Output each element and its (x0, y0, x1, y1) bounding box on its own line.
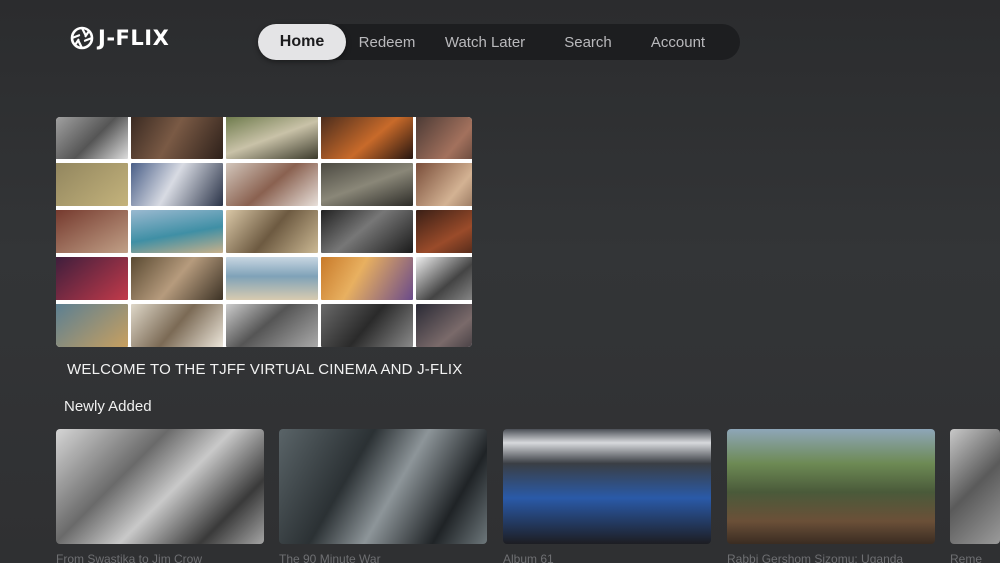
nav-item-home[interactable]: Home (258, 24, 346, 60)
top-nav: Home Redeem Watch Later Search Account (258, 24, 740, 60)
hero-banner[interactable] (56, 117, 472, 347)
movie-card[interactable]: Reme (950, 429, 1000, 563)
collage-tile (131, 210, 223, 253)
collage-tile (321, 210, 413, 253)
movie-title: From Swastika to Jim Crow (56, 552, 203, 563)
collage-tile (131, 117, 223, 159)
nav-item-search[interactable]: Search (542, 24, 634, 60)
movie-thumbnail (503, 429, 711, 544)
nav-item-watch-later[interactable]: Watch Later (428, 24, 542, 60)
collage-tile (321, 117, 413, 159)
collage-tile (131, 257, 223, 300)
movie-title: Album 61 (503, 552, 554, 563)
collage-tile (416, 257, 472, 300)
collage-tile (321, 163, 413, 206)
collage-tile (56, 257, 128, 300)
collage-tile (226, 117, 318, 159)
movie-title: Reme (950, 552, 983, 563)
movie-thumbnail (279, 429, 487, 544)
newly-added-title: Newly Added (64, 398, 152, 415)
collage-tile (321, 257, 413, 300)
collage-tile (416, 117, 472, 159)
movie-card[interactable]: From Swastika to Jim Crow (56, 429, 264, 563)
collage-tile (226, 304, 318, 347)
collage-tile (131, 163, 223, 206)
movie-title: Rabbi Gershom Sizomu: Uganda (727, 552, 904, 563)
collage-tile (56, 210, 128, 253)
collage-tile (416, 304, 472, 347)
hero-collage (56, 117, 472, 347)
collage-tile (56, 117, 128, 159)
movie-thumbnail (950, 429, 1000, 544)
collage-tile (56, 163, 128, 206)
collage-tile (226, 257, 318, 300)
movie-card[interactable]: The 90 Minute War (279, 429, 487, 563)
movie-card[interactable]: Album 61 (503, 429, 711, 563)
nav-item-redeem[interactable]: Redeem (346, 24, 428, 60)
collage-tile (321, 304, 413, 347)
nav-item-account[interactable]: Account (634, 24, 722, 60)
aperture-icon (70, 26, 94, 50)
collage-tile (416, 163, 472, 206)
welcome-heading: WELCOME TO THE TJFF VIRTUAL CINEMA AND J… (67, 361, 463, 378)
app-logo[interactable]: J-FLIX (70, 26, 169, 50)
movie-thumbnail (727, 429, 935, 544)
movie-title: The 90 Minute War (279, 552, 381, 563)
collage-tile (226, 163, 318, 206)
movie-thumbnail (56, 429, 264, 544)
collage-tile (131, 304, 223, 347)
logo-text: J-FLIX (98, 26, 170, 50)
collage-tile (226, 210, 318, 253)
collage-tile (56, 304, 128, 347)
app-screen: J-FLIX Home Redeem Watch Later Search Ac… (0, 0, 1000, 563)
movie-card[interactable]: Rabbi Gershom Sizomu: Uganda (727, 429, 935, 563)
collage-tile (416, 210, 472, 253)
